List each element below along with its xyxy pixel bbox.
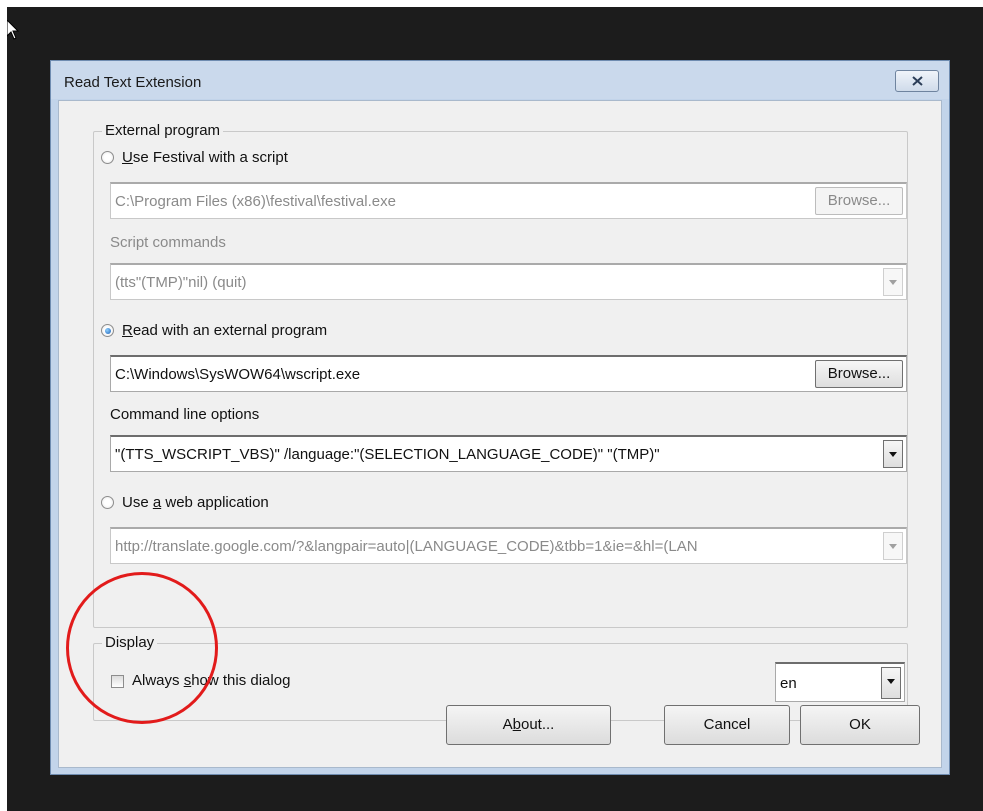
festival-browse-button[interactable]: Browse... [815, 187, 903, 215]
script-commands-combo[interactable]: (tts"(TMP)"nil) (quit) [110, 263, 907, 300]
external-program-group: External program Use Festival with a scr… [93, 122, 908, 628]
script-commands-label: Script commands [110, 234, 226, 251]
external-program-radio-label: Read with an external program [122, 322, 328, 339]
script-commands-dropdown-icon[interactable] [883, 268, 903, 296]
always-show-dialog-label[interactable]: Always show this dialog [132, 672, 290, 690]
external-program-browse-button[interactable]: Browse... [815, 360, 903, 388]
about-button[interactable]: About... [446, 705, 611, 745]
title-bar[interactable]: Read Text Extension [51, 61, 949, 99]
window-title: Read Text Extension [64, 74, 202, 91]
language-dropdown-icon[interactable] [881, 667, 901, 699]
web-application-dropdown-icon[interactable] [883, 532, 903, 560]
external-program-radio-row[interactable]: Read with an external program [101, 322, 401, 342]
display-legend: Display [102, 634, 158, 652]
festival-radio-label: Use Festival with a script [122, 149, 288, 166]
cancel-button[interactable]: Cancel [664, 705, 790, 745]
web-application-url-combo[interactable]: http://translate.google.com/?&langpair=a… [110, 527, 907, 564]
web-application-radio-label: Use a web application [122, 494, 269, 511]
read-text-extension-dialog: Read Text Extension External program Use… [50, 60, 950, 775]
mouse-cursor-icon [7, 20, 20, 40]
external-program-legend: External program [102, 122, 224, 140]
external-program-path-value: C:\Windows\SysWOW64\wscript.exe [115, 366, 361, 383]
command-line-options-combo[interactable]: "(TTS_WSCRIPT_VBS)" /language:"(SELECTIO… [110, 435, 907, 472]
script-commands-value: (tts"(TMP)"nil) (quit) [115, 274, 247, 291]
external-program-path-input[interactable]: C:\Windows\SysWOW64\wscript.exe Browse..… [110, 355, 907, 392]
close-icon [912, 76, 923, 86]
festival-radio-row[interactable]: Use Festival with a script [101, 149, 401, 169]
dialog-client-area: External program Use Festival with a scr… [58, 100, 942, 768]
close-button[interactable] [895, 70, 939, 92]
web-application-radio-row[interactable]: Use a web application [101, 494, 401, 514]
festival-path-value: C:\Program Files (x86)\festival\festival… [115, 193, 396, 210]
command-line-options-value: "(TTS_WSCRIPT_VBS)" /language:"(SELECTIO… [115, 446, 660, 463]
command-line-options-dropdown-icon[interactable] [883, 440, 903, 468]
web-application-radio[interactable] [101, 496, 114, 509]
always-show-dialog-checkbox[interactable] [111, 675, 124, 688]
ok-button[interactable]: OK [800, 705, 920, 745]
festival-path-input[interactable]: C:\Program Files (x86)\festival\festival… [110, 182, 907, 219]
language-value: en [780, 675, 797, 692]
web-application-url-value: http://translate.google.com/?&langpair=a… [115, 538, 698, 555]
festival-radio[interactable] [101, 151, 114, 164]
external-program-radio[interactable] [101, 324, 114, 337]
language-combo[interactable]: en [775, 662, 905, 702]
command-line-options-label: Command line options [110, 406, 260, 423]
